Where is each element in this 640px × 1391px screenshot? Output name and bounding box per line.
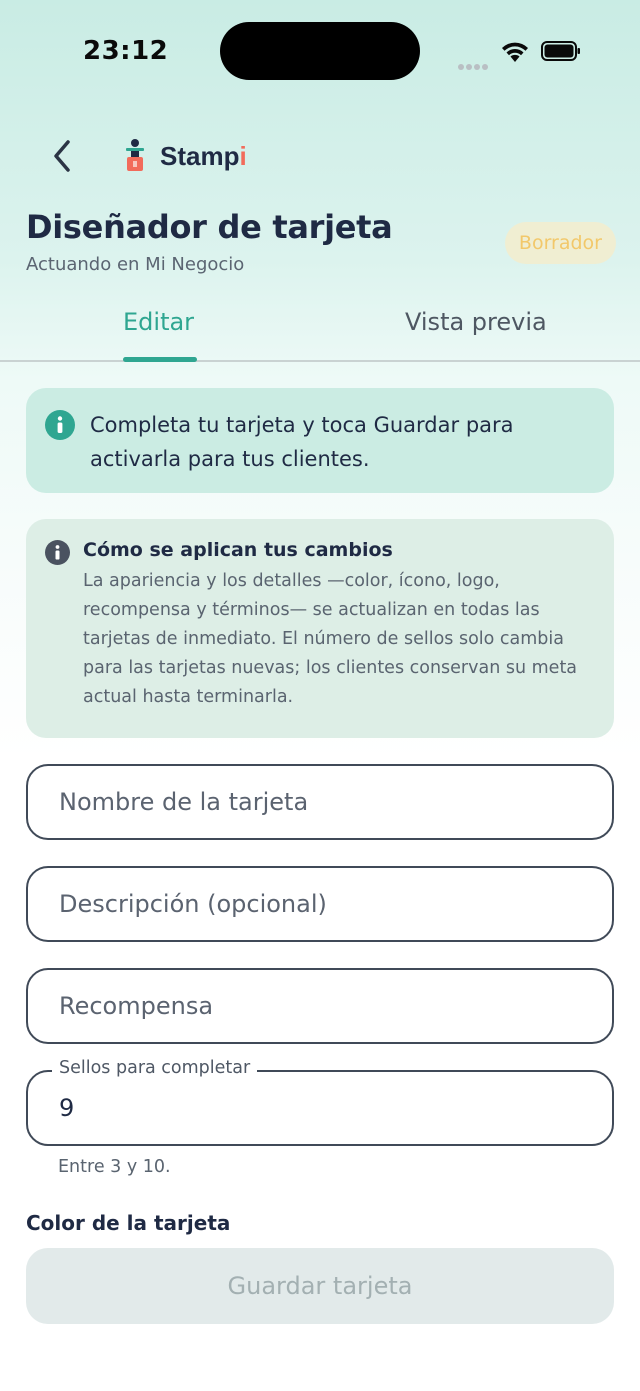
brand-name-main: Stamp xyxy=(160,140,240,171)
info-banner: Completa tu tarjeta y toca Guardar para … xyxy=(26,388,614,493)
brand-name: Stampi xyxy=(160,141,247,172)
card-name-placeholder: Nombre de la tarjeta xyxy=(59,788,309,816)
tab-edit[interactable]: Editar xyxy=(123,308,194,336)
card-name-field[interactable]: Nombre de la tarjeta xyxy=(26,764,614,840)
info-icon xyxy=(45,540,70,565)
changes-notice-title: Cómo se aplican tus cambios xyxy=(83,539,393,561)
changes-notice: Cómo se aplican tus cambios La aparienci… xyxy=(26,519,614,738)
page-header: Diseñador de tarjeta Actuando en Mi Nego… xyxy=(26,208,616,275)
reward-field[interactable]: Recompensa xyxy=(26,968,614,1044)
status-time: 23:12 xyxy=(83,36,169,66)
chevron-left-icon xyxy=(54,140,70,172)
tab-bar: Editar Vista previa xyxy=(0,300,640,362)
tab-preview[interactable]: Vista previa xyxy=(405,308,547,336)
active-tab-indicator xyxy=(123,357,197,362)
stamps-field-value: 9 xyxy=(59,1094,75,1122)
reward-placeholder: Recompensa xyxy=(59,992,214,1020)
back-button[interactable] xyxy=(42,136,82,176)
dynamic-island xyxy=(220,22,420,80)
card-color-label: Color de la tarjeta xyxy=(26,1211,231,1235)
description-placeholder: Descripción (opcional) xyxy=(59,890,327,918)
info-icon xyxy=(45,410,75,440)
description-field[interactable]: Descripción (opcional) xyxy=(26,866,614,942)
save-card-button[interactable]: Guardar tarjeta xyxy=(26,1248,614,1324)
brand-name-accent: i xyxy=(239,140,247,171)
changes-notice-body: La apariencia y los detalles —color, íco… xyxy=(83,571,578,707)
brand-logo: Stampi xyxy=(122,138,247,174)
wifi-icon xyxy=(502,42,528,62)
battery-icon xyxy=(541,41,580,61)
top-navigation: Stampi xyxy=(0,128,640,188)
stamps-field-label: Sellos para completar xyxy=(52,1058,258,1078)
stamps-helper-text: Entre 3 y 10. xyxy=(58,1157,171,1177)
signal-icon xyxy=(458,55,490,74)
info-banner-text: Completa tu tarjeta y toca Guardar para … xyxy=(90,413,514,471)
status-badge: Borrador xyxy=(504,222,616,264)
stamps-field[interactable]: Sellos para completar 9 xyxy=(26,1058,614,1146)
status-bar: 23:12 xyxy=(0,0,640,100)
stamp-logo-icon xyxy=(126,139,144,171)
